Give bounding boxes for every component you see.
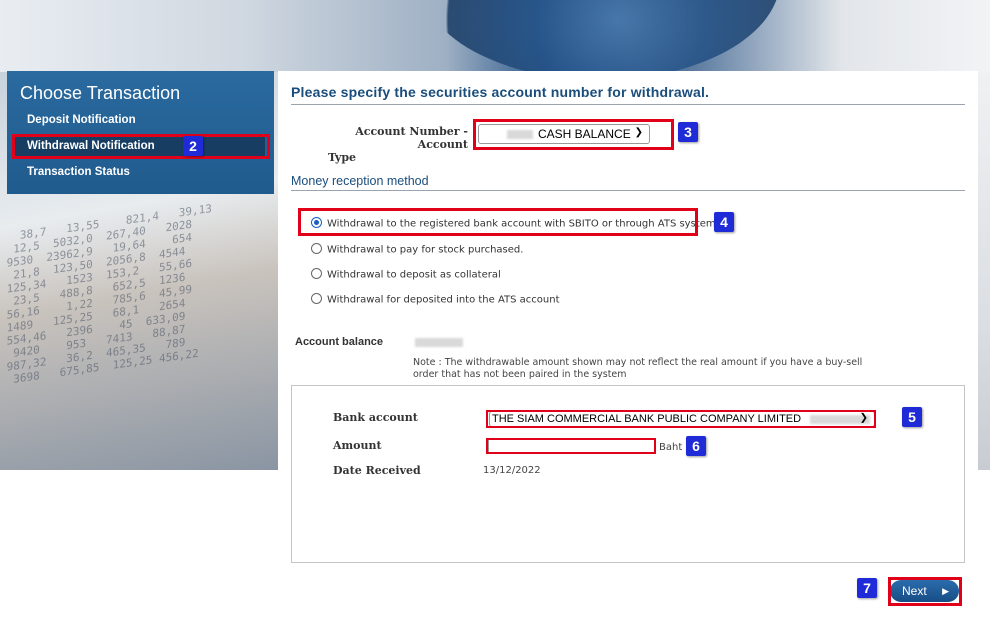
account-balance-label: Account balance bbox=[295, 336, 384, 348]
date-received-label: Date Received bbox=[333, 464, 421, 477]
date-received-value: 13/12/2022 bbox=[483, 465, 541, 476]
highlight-box-amount bbox=[486, 438, 656, 454]
radio-label: Withdrawal for deposited into the ATS ac… bbox=[327, 294, 560, 306]
withdrawable-note: Note : The withdrawable amount shown may… bbox=[413, 357, 863, 380]
choose-transaction-panel: Choose Transaction Deposit Notification … bbox=[7, 71, 274, 194]
highlight-box-withdrawal bbox=[12, 134, 270, 159]
radio-label: Withdrawal to deposit as collateral bbox=[327, 269, 501, 281]
masked-balance-value bbox=[415, 338, 463, 347]
title-divider bbox=[291, 104, 965, 105]
radio-icon[interactable] bbox=[311, 293, 322, 304]
highlight-box-bank bbox=[486, 410, 876, 428]
radio-label: Withdrawal to pay for stock purchased. bbox=[327, 244, 524, 256]
main-panel: Please specify the securities account nu… bbox=[278, 71, 978, 616]
step-badge-6: 6 bbox=[686, 436, 706, 456]
highlight-box-account-select bbox=[473, 119, 674, 150]
step-badge-7: 7 bbox=[857, 578, 877, 598]
highlight-box-radio bbox=[298, 208, 698, 236]
reception-method-heading: Money reception method bbox=[291, 174, 429, 188]
radio-icon[interactable] bbox=[311, 268, 322, 279]
step-badge-3: 3 bbox=[678, 122, 698, 142]
step-badge-4: 4 bbox=[714, 212, 734, 232]
radio-pay-stock[interactable]: Withdrawal to pay for stock purchased. bbox=[311, 243, 524, 256]
radio-collateral[interactable]: Withdrawal to deposit as collateral bbox=[311, 268, 501, 281]
page-title: Please specify the securities account nu… bbox=[291, 84, 710, 100]
radio-icon[interactable] bbox=[311, 243, 322, 254]
step-badge-5: 5 bbox=[902, 407, 922, 427]
amount-label: Amount bbox=[333, 439, 382, 452]
highlight-box-next bbox=[888, 577, 962, 606]
nav-item-transaction-status[interactable]: Transaction Status bbox=[27, 166, 130, 178]
nav-title: Choose Transaction bbox=[20, 83, 181, 103]
step-badge-2: 2 bbox=[183, 136, 203, 156]
nav-item-deposit-notification[interactable]: Deposit Notification bbox=[27, 114, 136, 126]
reception-divider bbox=[291, 190, 965, 191]
radio-ats-account[interactable]: Withdrawal for deposited into the ATS ac… bbox=[311, 293, 560, 306]
amount-unit: Baht bbox=[659, 442, 683, 453]
account-number-label: Account Number - Account Type bbox=[328, 125, 468, 164]
bank-account-label: Bank account bbox=[333, 411, 418, 424]
